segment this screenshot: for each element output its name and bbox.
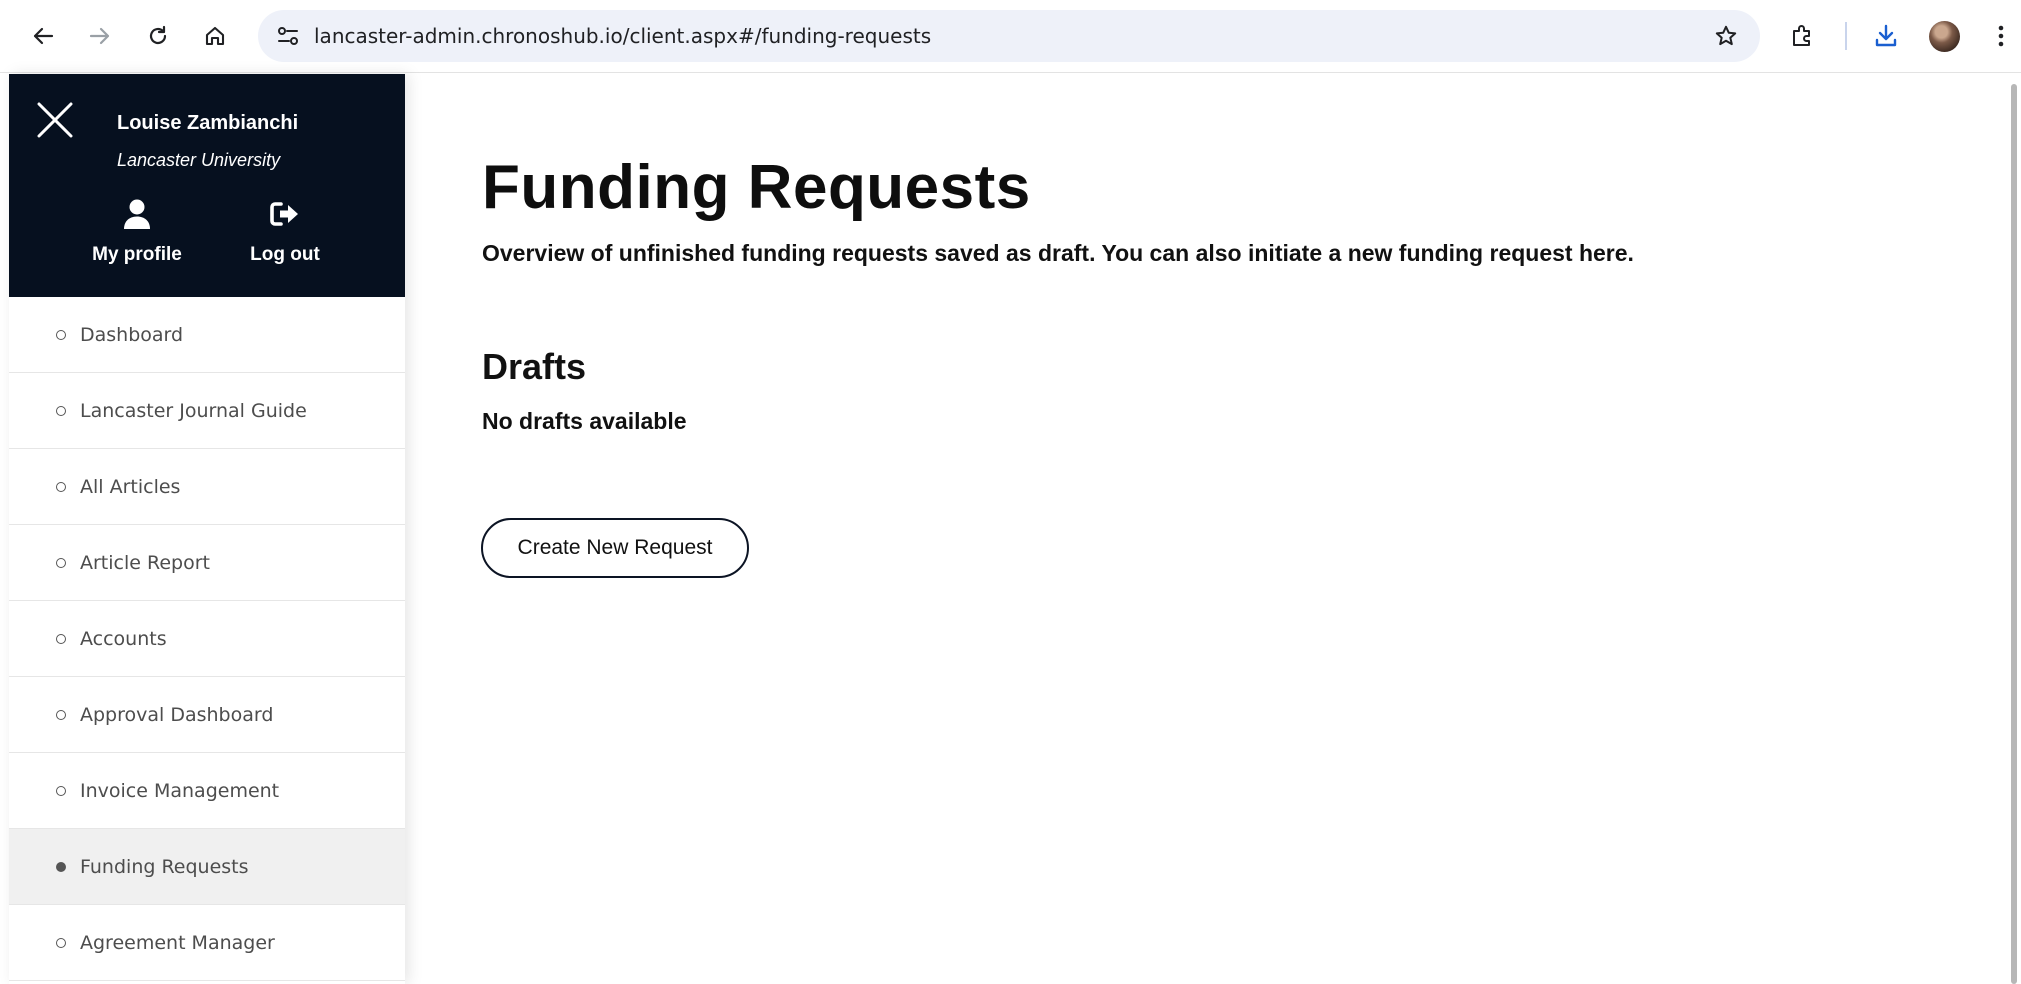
- bullet-icon: [56, 861, 66, 872]
- sidebar-item-label: Dashboard: [80, 323, 184, 346]
- sidebar-item-article-report[interactable]: Article Report: [9, 525, 405, 601]
- close-icon[interactable]: [35, 100, 75, 140]
- page-title: Funding Requests: [482, 153, 1031, 222]
- my-profile-label: My profile: [92, 244, 182, 265]
- site-settings-icon[interactable]: [270, 18, 306, 54]
- sidebar-item-agreement-manager[interactable]: Agreement Manager: [9, 905, 405, 981]
- sidebar-item-funding-requests[interactable]: Funding Requests: [9, 829, 405, 905]
- user-icon: [121, 196, 153, 232]
- sidebar-item-label: Lancaster Journal Guide: [80, 399, 307, 422]
- sidebar-item-label: Agreement Manager: [80, 931, 275, 954]
- main-content: Funding Requests Overview of unfinished …: [405, 74, 2005, 984]
- page-subtitle: Overview of unfinished funding requests …: [482, 240, 1634, 266]
- forward-arrow-icon[interactable]: [82, 18, 118, 54]
- bullet-icon: [56, 937, 66, 948]
- more-menu-icon[interactable]: [1983, 18, 2019, 54]
- sidebar-item-all-articles[interactable]: All Articles: [9, 449, 405, 525]
- sidebar-item-label: Approval Dashboard: [80, 703, 274, 726]
- bullet-icon: [56, 633, 66, 644]
- bullet-icon: [56, 557, 66, 568]
- bullet-icon: [56, 405, 66, 416]
- sidebar-item-label: Accounts: [80, 627, 167, 650]
- browser-toolbar: lancaster-admin.chronoshub.io/client.asp…: [0, 0, 2021, 73]
- sidebar-item-label: Invoice Management: [80, 779, 280, 802]
- user-panel: Louise Zambianchi Lancaster University M…: [9, 74, 405, 297]
- address-bar[interactable]: lancaster-admin.chronoshub.io/client.asp…: [258, 10, 1760, 62]
- bullet-icon: [56, 785, 66, 796]
- sign-out-icon: [269, 196, 301, 232]
- reload-icon[interactable]: [140, 18, 176, 54]
- sidebar-menu: Dashboard Lancaster Journal Guide All Ar…: [9, 297, 405, 981]
- my-profile-button[interactable]: My profile: [67, 196, 207, 278]
- user-name: Louise Zambianchi: [117, 112, 299, 134]
- home-icon[interactable]: [197, 18, 233, 54]
- sidebar-item-label: Article Report: [80, 551, 210, 574]
- sidebar-item-lancaster-journal-guide[interactable]: Lancaster Journal Guide: [9, 373, 405, 449]
- bullet-icon: [56, 481, 66, 492]
- sidebar-item-accounts[interactable]: Accounts: [9, 601, 405, 677]
- drafts-heading: Drafts: [482, 346, 587, 387]
- sidebar-item-approval-dashboard[interactable]: Approval Dashboard: [9, 677, 405, 753]
- bookmark-star-icon[interactable]: [1708, 18, 1744, 54]
- log-out-button[interactable]: Log out: [231, 196, 339, 278]
- log-out-label: Log out: [250, 244, 320, 265]
- bullet-icon: [56, 329, 66, 340]
- sidebar-item-invoice-management[interactable]: Invoice Management: [9, 753, 405, 829]
- sidebar: Louise Zambianchi Lancaster University M…: [9, 74, 405, 984]
- profile-avatar[interactable]: [1929, 21, 1960, 52]
- sidebar-item-dashboard[interactable]: Dashboard: [9, 297, 405, 373]
- back-arrow-icon[interactable]: [25, 18, 61, 54]
- bullet-icon: [56, 709, 66, 720]
- user-organization: Lancaster University: [117, 150, 281, 170]
- drafts-empty-message: No drafts available: [482, 408, 687, 434]
- extensions-icon[interactable]: [1785, 18, 1821, 54]
- sidebar-item-label: Funding Requests: [80, 855, 249, 878]
- url-text[interactable]: lancaster-admin.chronoshub.io/client.asp…: [314, 10, 931, 62]
- scrollbar-thumb[interactable]: [2011, 84, 2017, 984]
- download-icon[interactable]: [1868, 18, 1904, 54]
- sidebar-item-label: All Articles: [80, 475, 181, 498]
- create-new-request-button[interactable]: Create New Request: [481, 518, 749, 578]
- toolbar-separator: [1845, 22, 1847, 50]
